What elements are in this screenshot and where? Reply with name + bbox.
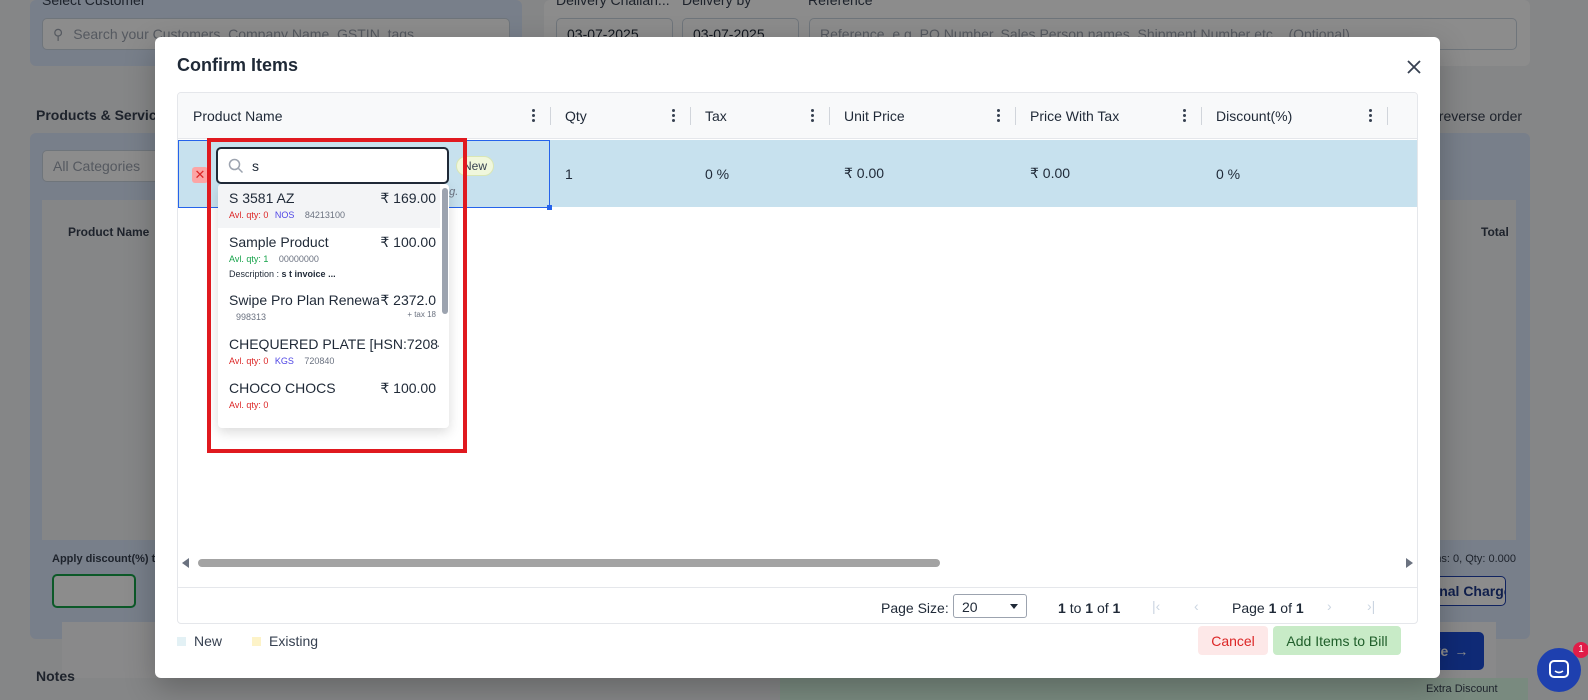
cell-fill-handle[interactable] [547,205,552,210]
search-value: s [252,157,259,174]
range-to: to [1069,600,1082,616]
item-description: s t invoice ... [281,269,336,279]
page-of: of [1280,600,1292,616]
pagination-bar: Page Size: 20 1 to 1 of 1 |‹ ‹ Page 1 of… [178,587,1417,623]
column-header-label: Unit Price [844,108,905,124]
item-code: 84213100 [304,210,345,220]
page-size-label: Page Size: [881,600,949,616]
item-name: S 3581 AZ [229,190,295,206]
unit-price-cell[interactable]: ₹ 0.00 [829,140,884,207]
column-menu-icon[interactable] [997,109,1001,123]
item-tax-note: + tax 18 [407,310,436,319]
item-name: CHOCO CHOCS [229,380,336,396]
page-total: 1 [1295,600,1304,616]
item-price: ₹ 169.00 [380,190,436,206]
qty-cell[interactable]: 1 [550,140,573,207]
legend-existing-swatch [252,636,262,646]
column-header-label: Price With Tax [1030,108,1120,124]
last-page-icon[interactable]: ›| [1367,598,1375,614]
search-icon [228,158,244,173]
column-header-label: Discount(%) [1216,108,1293,124]
chat-icon [1549,660,1569,678]
previous-page-icon[interactable]: ‹ [1194,598,1199,614]
page-indicator: Page 1 of 1 [1232,600,1304,616]
item-stock: Avl. qty: 1 [229,254,269,264]
item-code: 00000000 [278,254,319,264]
remove-row-icon[interactable]: ✕ [192,167,208,183]
chevron-down-icon [1010,604,1018,609]
range-total: 1 [1112,600,1121,616]
list-item[interactable]: S 3581 AZ ₹ 169.00 Avl. qty: 0 NOS 84213… [218,184,440,228]
item-stock: Avl. qty: 0 [229,210,269,220]
column-header-discount[interactable]: Discount(%) [1201,93,1387,139]
modal-title: Confirm Items [177,55,299,75]
close-icon[interactable] [1404,57,1424,77]
page-size-select[interactable]: 20 [953,594,1027,618]
legend: New Existing [177,633,318,649]
list-item[interactable]: Swipe Pro Plan Renewal ₹ 2372.0 998313 +… [218,286,440,330]
column-menu-icon[interactable] [811,109,815,123]
column-header-label: Qty [565,108,587,124]
horizontal-scrollbar[interactable] [178,556,1417,570]
item-name: Swipe Pro Plan Renewal [229,292,379,308]
scrollbar-thumb[interactable] [198,559,940,567]
column-menu-icon[interactable] [1183,109,1187,123]
column-header-qty[interactable]: Qty [550,93,690,139]
column-header-price-with-tax[interactable]: Price With Tax [1015,93,1201,139]
page-label: Page [1232,600,1265,616]
legend-existing-label: Existing [269,633,319,649]
item-stock: Avl. qty: 0 [229,400,269,410]
column-menu-icon[interactable] [672,109,676,123]
item-code: 998313 [236,312,267,322]
column-menu-icon[interactable] [532,109,536,123]
notification-badge: 1 [1573,642,1588,658]
product-search-input[interactable]: s [216,147,449,184]
range-end: 1 [1085,600,1094,616]
range-start: 1 [1058,600,1066,616]
column-header-label: Tax [705,108,727,124]
column-header-label: Product Name [193,108,283,124]
item-unit: KGS [274,356,294,366]
item-price: ₹ 100.00 [380,380,436,396]
dropdown-scrollbar[interactable] [442,188,448,314]
grid-header: Product Name Qty Tax Unit Price Price Wi… [178,93,1417,139]
list-item[interactable]: CHOCO CHOCS ₹ 100.00 Avl. qty: 0 [218,374,440,418]
product-suggestions-dropdown: S 3581 AZ ₹ 169.00 Avl. qty: 0 NOS 84213… [218,184,449,428]
column-menu-icon[interactable] [1369,109,1373,123]
tax-cell[interactable]: 0 % [690,140,729,207]
column-separator[interactable] [1387,107,1388,125]
item-name: Sample Product [229,234,329,250]
item-code: 720840 [304,356,335,366]
legend-new-swatch [177,636,186,646]
column-header-tax[interactable]: Tax [690,93,829,139]
list-item[interactable]: Sample Product ₹ 100.00 Avl. qty: 1 0000… [218,228,440,286]
scroll-right-icon[interactable] [1406,558,1413,568]
page-size-value: 20 [962,599,978,615]
item-name: CHEQUERED PLATE [HSN:72084 [229,336,439,352]
scroll-left-icon[interactable] [182,558,189,568]
item-stock: Avl. qty: 0 [229,356,269,366]
column-header-product-name[interactable]: Product Name [178,93,550,139]
legend-new-label: New [194,633,223,649]
first-page-icon[interactable]: |‹ [1152,598,1160,614]
cancel-button[interactable]: Cancel [1198,626,1268,655]
row-range: 1 to 1 of 1 [1058,600,1120,616]
item-price: ₹ 100.00 [380,234,436,250]
range-of: of [1096,600,1109,616]
add-items-to-bill-button[interactable]: Add Items to Bill [1273,626,1401,655]
next-page-icon[interactable]: › [1327,598,1332,614]
item-description-label: Description : [229,269,280,279]
page-current: 1 [1268,600,1277,616]
list-item[interactable]: CHEQUERED PLATE [HSN:72084 Avl. qty: 0 K… [218,330,440,374]
new-badge: New [456,156,495,176]
item-price: ₹ 2372.0 [380,292,436,308]
column-header-unit-price[interactable]: Unit Price [829,93,1015,139]
item-unit: NOS [274,210,295,220]
discount-cell[interactable]: 0 % [1201,140,1240,207]
price-with-tax-cell[interactable]: ₹ 0.00 [1015,140,1070,207]
